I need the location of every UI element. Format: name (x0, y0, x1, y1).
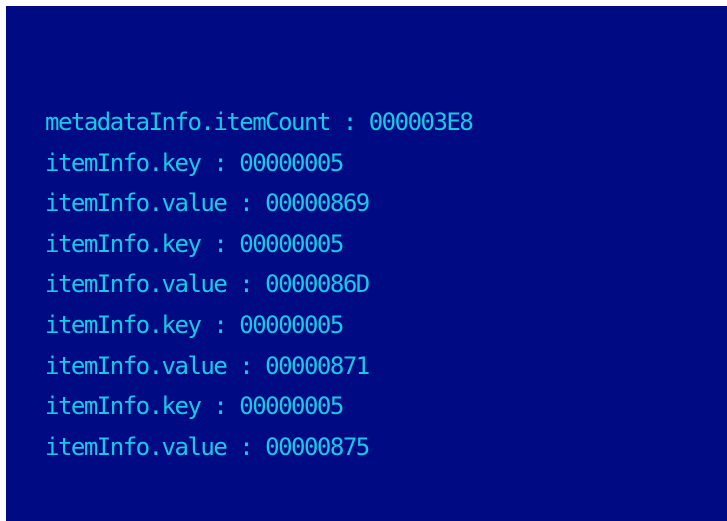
console-line: itemInfo.value : 0000086D (45, 270, 370, 299)
console-line: itemInfo.key : 00000005 (45, 392, 344, 421)
console-line: itemInfo.key : 00000005 (45, 229, 344, 258)
console-line: itemInfo.value : 00000875 (45, 432, 370, 461)
console-line: itemInfo.value : 00000869 (45, 189, 370, 218)
console-output: metadataInfo.itemCount : 000003E8 itemIn… (45, 102, 474, 467)
console-line: itemInfo.key : 00000005 (45, 148, 344, 177)
console-screen: metadataInfo.itemCount : 000003E8 itemIn… (6, 6, 727, 521)
console-line: metadataInfo.itemCount : 000003E8 (45, 108, 474, 136)
console-line: itemInfo.key : 00000005 (45, 310, 344, 339)
console-line: itemInfo.value : 00000871 (45, 351, 370, 380)
